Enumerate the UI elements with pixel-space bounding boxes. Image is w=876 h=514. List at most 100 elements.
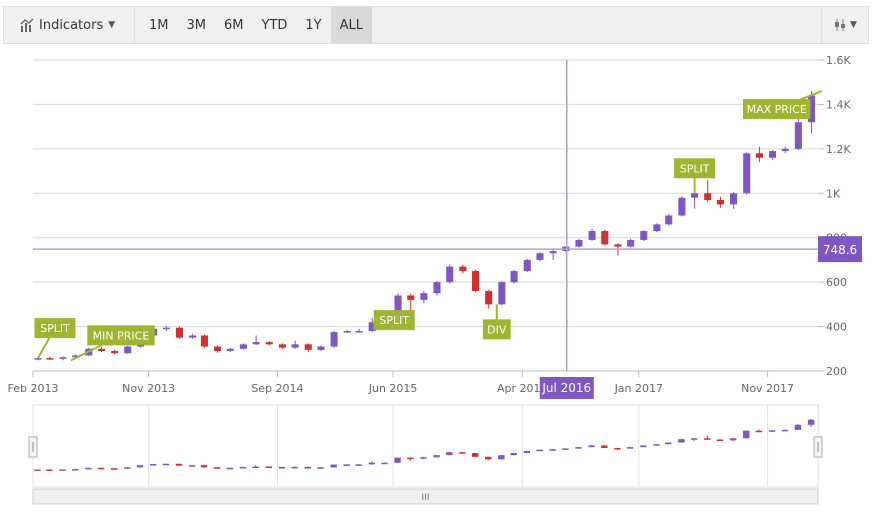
navigator-candle-body [716,439,724,442]
candle-body [368,322,376,332]
navigator-candle-body [485,456,492,460]
navigator-candle-body [614,447,621,450]
navigator-candle-body [291,466,298,469]
candle-body [588,231,596,240]
candle-body [433,282,441,294]
candle-body [111,351,119,354]
candle-body [485,291,493,305]
navigator-candle-body [200,465,208,468]
candle-body [627,239,635,247]
candle-body [394,295,402,323]
navigator-candle-body [330,464,337,468]
navigator-scrollbar[interactable] [32,488,819,505]
navigator-candle-body [678,439,685,443]
annotation-connector [776,90,823,111]
annotation-connector [37,327,56,359]
period-selector: 1M 3M 6M YTD 1Y ALL [135,7,373,43]
y-tick-label: 1.4K [826,98,851,111]
x-tick-label: Nov 2013 [122,382,175,395]
navigator-candle-body [446,452,453,456]
annotation-label: SPLIT [379,314,409,327]
series-type-dropdown[interactable]: ▼ [821,7,868,43]
annotation-connector [372,319,395,324]
candle-body [304,344,312,350]
navigator-candle-body [588,445,595,448]
candle-body [575,239,583,247]
candle-body [665,215,673,225]
period-button-1m[interactable]: 1M [140,7,178,43]
candle-body [472,271,480,292]
stock-chart: Indicators ▼ 1M 3M 6M YTD 1Y ALL ▼ 200 400 600 8… [0,0,876,514]
candle-body [46,358,54,360]
navigator-candle-body [394,457,401,463]
navigator-candle-body [510,453,517,456]
annotation-box [34,318,76,339]
candle-body [252,342,260,345]
annotation-label: SPLIT [40,322,70,335]
navigator-candle-body [601,445,608,448]
navigator-candle-body [794,424,802,430]
navigator-candle-body [175,463,183,466]
candle-body [124,346,132,354]
navigator-candle-body [755,430,763,433]
navigator-candle-body [59,469,66,471]
navigator-candle-body [162,463,170,466]
crosshair-x-label: Jul 2016 [541,381,591,395]
candle-body [769,151,777,158]
chart-toolbar: Indicators ▼ 1M 3M 6M YTD 1Y ALL ▼ [3,6,869,44]
candle-body [781,148,789,152]
indicators-dropdown[interactable]: Indicators ▼ [4,7,135,43]
annotation-connector [70,334,122,362]
navigator-candle-body [34,469,41,472]
candle-body [716,199,724,205]
candle-body [72,355,80,358]
navigator-candle-body [626,447,634,449]
annotation-box [482,319,511,340]
candle-body [794,122,802,149]
navigator-candle-body [768,430,776,432]
x-tick-label: Feb 2013 [8,382,59,395]
navigator-candle-body [239,466,247,469]
period-button-1y[interactable]: 1Y [296,7,330,43]
candle-body [498,282,506,305]
annotation-box [373,310,415,331]
navigator-candle-body [653,444,660,446]
chart-indicators-icon [20,18,34,32]
candle-body [549,251,557,254]
candle-body [239,344,247,349]
candle-body [291,344,299,348]
y-tick-label: 400 [826,321,847,334]
candlestick-icon [835,19,846,31]
y-tick-label: 1.2K [826,143,851,156]
period-button-all[interactable]: ALL [330,7,373,43]
y-tick-label: 200 [826,365,847,378]
candle-body [189,335,197,338]
candle-body [214,346,222,352]
navigator-candle-body [97,467,105,470]
navigator-candle-body [498,455,505,460]
navigator-candle-body [690,438,698,440]
chevron-down-icon: ▼ [850,20,857,30]
candle-body [446,266,454,283]
candle-body [59,357,67,359]
chart-svg: 200 400 600 800 1K 1.2K 1.4K 1.6K Feb 2013 Nov 20… [8,54,862,505]
navigator-candle-body [355,464,362,466]
navigator-candle-body [562,448,569,450]
period-button-6m[interactable]: 6M [215,7,253,43]
candle-body [317,346,325,350]
navigator-candle-body [704,438,711,440]
annotation-label: DIV [487,323,507,336]
period-button-ytd[interactable]: YTD [253,7,297,43]
x-tick-label: Nov 2017 [741,382,794,395]
navigator-candle-body [420,457,427,459]
period-button-3m[interactable]: 3M [178,7,216,43]
navigator-candle-body [124,467,131,469]
navigator-candle-body [46,469,53,472]
candle-body [381,322,389,324]
candle-body [407,295,415,300]
navigator-handle[interactable] [28,436,38,458]
navigator-handle[interactable] [813,436,823,458]
navigator-candle-body [729,438,737,441]
indicators-label: Indicators [39,17,104,33]
navigator-candle-body [149,463,157,466]
